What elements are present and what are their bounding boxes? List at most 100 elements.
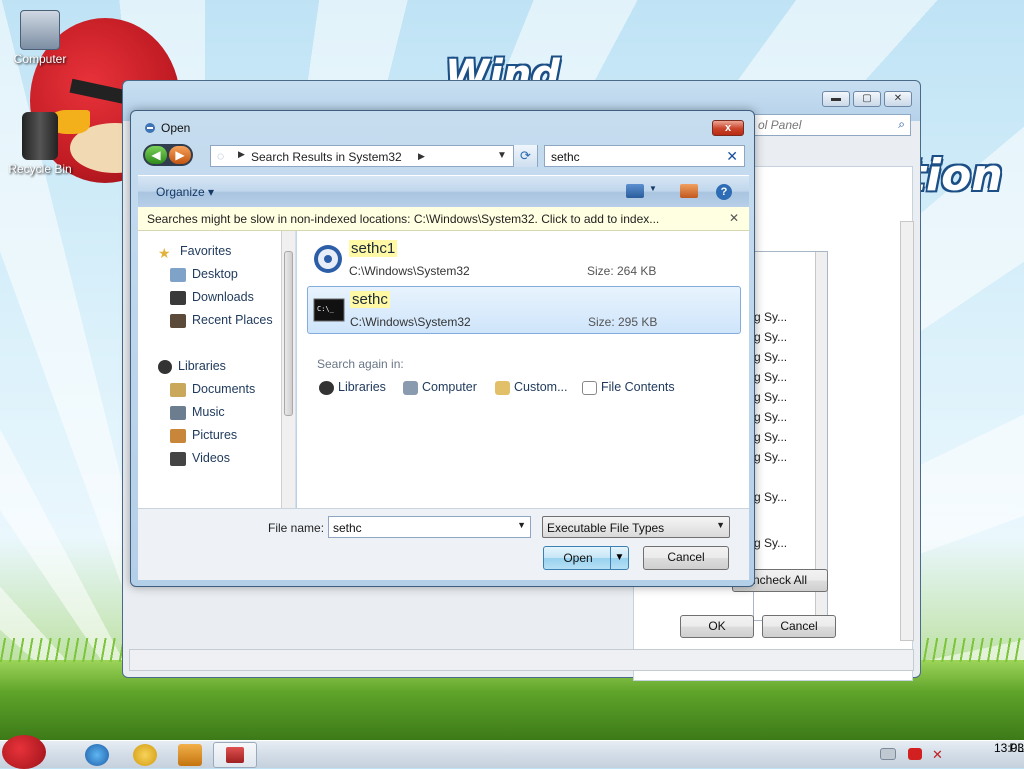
nav-item-recent-places[interactable]: Recent Places [170,313,273,333]
dialog-close-button[interactable]: x [712,120,744,136]
desktop-icon [170,267,186,282]
search-again-custom[interactable]: Custom... [495,380,568,395]
list-item[interactable]: g Sy... [754,330,787,344]
search-icon: ⌕ [898,117,905,131]
file-type-select[interactable]: Executable File Types ▼ [542,516,730,538]
file-name-input[interactable]: sethc ▼ [328,516,531,538]
bg-search-input[interactable]: ol Panel ⌕ [753,114,911,136]
nav-item-pictures[interactable]: Pictures [170,428,237,448]
result-item-sethc[interactable]: C:\_ sethc C:\Windows\System32 Size: 295… [307,286,741,334]
cancel-button[interactable]: Cancel [643,546,729,570]
result-path: C:\Windows\System32 [349,264,470,278]
music-icon [170,405,186,420]
svg-text:C:\_: C:\_ [317,305,335,313]
refresh-icon[interactable]: ⟳ [513,145,537,167]
breadcrumb-chevron-icon[interactable]: ▶ [418,151,425,162]
status-bar [129,649,914,671]
nav-item-downloads[interactable]: Downloads [170,290,254,310]
documents-icon [170,382,186,397]
address-dropdown-icon[interactable]: ▼ [497,150,507,161]
volume-muted-icon[interactable]: ✕ [932,747,948,762]
bg-cancel-button[interactable]: Cancel [762,615,836,638]
chevron-down-icon[interactable]: ▼ [716,520,725,530]
back-arrow-icon[interactable]: ◀ [145,146,167,164]
close-infobar-icon[interactable]: ✕ [729,211,739,225]
libraries-icon [319,380,334,395]
open-dropdown-icon[interactable]: ▼ [610,547,628,569]
search-again-file-contents[interactable]: File Contents [582,380,675,395]
start-button[interactable] [2,735,46,769]
pictures-icon [170,428,186,443]
search-again-computer[interactable]: Computer [403,380,477,395]
notification-flag-icon[interactable] [908,748,922,760]
breadcrumb[interactable]: Search Results in System32 [251,150,402,164]
desktop-icon-recycle-bin[interactable]: Recycle Bin [0,112,80,176]
open-dialog-icon [143,121,157,135]
search-again-libraries[interactable]: Libraries [319,380,386,395]
view-dropdown-icon[interactable]: ▼ [649,184,667,198]
nav-scrollbar[interactable] [281,231,295,508]
bg-list-scrollbar[interactable] [815,252,827,620]
result-size: Size: 264 KB [587,264,657,278]
list-item[interactable]: g Sy... [754,310,787,324]
taskbar-active-app[interactable] [213,742,257,768]
dialog-title: Open [161,121,191,135]
list-item[interactable]: g Sy... [754,370,787,384]
gear-exe-icon [312,243,344,275]
dialog-bottom-bar: File name: sethc ▼ Executable File Types… [138,508,749,580]
list-item[interactable]: g Sy... [754,490,787,504]
folder-icon [495,380,510,395]
search-input[interactable]: sethc ✕ [544,145,745,167]
list-item[interactable]: g Sy... [754,390,787,404]
internet-explorer-icon[interactable] [85,744,109,766]
open-button[interactable]: Open ▼ [543,546,629,570]
desktop-icon-label: Recycle Bin [8,162,72,176]
help-icon[interactable]: ? [716,184,732,200]
list-item[interactable]: g Sy... [754,350,787,364]
console-exe-icon: C:\_ [313,294,345,326]
ok-button[interactable]: OK [680,615,754,638]
messenger-icon[interactable] [133,744,157,766]
chevron-down-icon[interactable]: ▼ [517,520,526,530]
preview-pane-icon[interactable] [680,184,698,198]
view-icon[interactable] [626,184,644,198]
media-player-icon[interactable] [178,744,202,766]
list-item[interactable]: g Sy... [754,410,787,424]
nav-libraries[interactable]: Libraries [158,359,226,379]
keyboard-icon[interactable] [880,748,896,760]
list-item[interactable]: g Sy... [754,450,787,464]
clear-search-icon[interactable]: ✕ [726,148,738,165]
nav-favorites[interactable]: ★ Favorites [158,244,231,264]
forward-arrow-icon[interactable]: ▶ [169,146,191,164]
info-bar[interactable]: Searches might be slow in non-indexed lo… [138,207,749,231]
bg-window-scrollbar[interactable] [900,221,914,641]
clock[interactable]: 13:03 [994,741,1024,769]
nav-item-documents[interactable]: Documents [170,382,255,402]
address-bar[interactable]: ◌ ▶ Search Results in System32 ▶ ▼ ⟳ [210,145,538,167]
videos-icon [170,451,186,466]
list-item[interactable]: g Sy... [754,536,787,550]
star-icon: ★ [158,244,171,261]
result-path: C:\Windows\System32 [350,315,471,329]
desktop-icon-computer[interactable]: Computer [0,10,80,66]
maximize-button[interactable]: ▢ [853,91,881,107]
app-icon [226,747,244,763]
recycle-bin-icon [22,112,58,160]
navigation-pane: ★ Favorites Desktop Downloads Recent Plac… [138,231,296,508]
close-button[interactable]: ✕ [884,91,912,107]
result-item-sethc1[interactable]: sethc1 C:\Windows\System32 Size: 264 KB [307,236,741,284]
libraries-icon [158,359,172,374]
nav-item-videos[interactable]: Videos [170,451,230,471]
search-folder-icon: ◌ [217,149,225,163]
computer-icon [403,380,418,395]
breadcrumb-chevron-icon: ▶ [238,149,245,159]
minimize-button[interactable]: ▬ [822,91,850,107]
open-dialog: Open x ◀ ▶ ◌ ▶ Search Results in System3… [130,110,755,587]
bg-list: g Sy... g Sy... g Sy... g Sy... g Sy... … [753,251,828,621]
list-item[interactable]: g Sy... [754,430,787,444]
organize-button[interactable]: Organize ▾ [156,185,214,199]
result-name: sethc1 [349,240,398,257]
nav-item-desktop[interactable]: Desktop [170,267,238,287]
desktop-icon-label: Computer [13,52,67,66]
nav-item-music[interactable]: Music [170,405,225,425]
